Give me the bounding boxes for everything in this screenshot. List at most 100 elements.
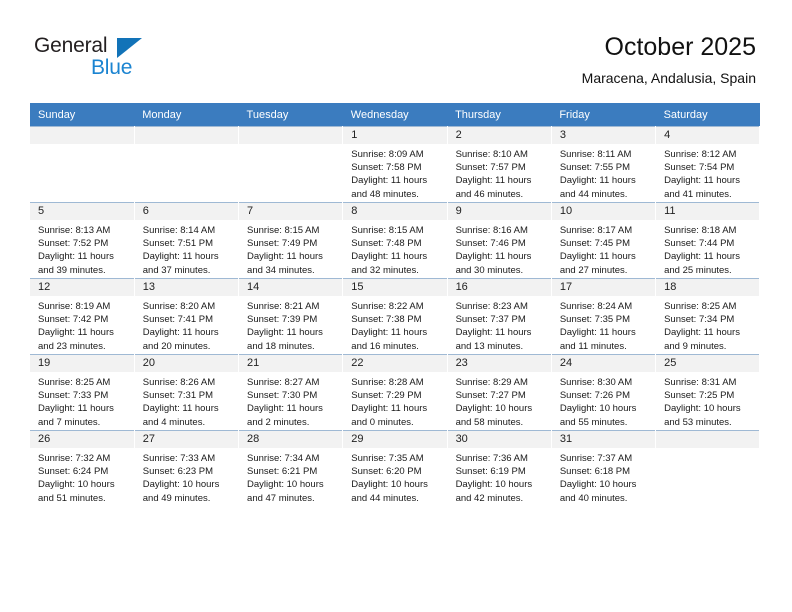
daylight-duration-line1: Daylight: 11 hours bbox=[142, 327, 219, 339]
calendar-day-cell[interactable]: 27 Sunrise: 7:33 AM Sunset: 6:23 PM Dayligh… bbox=[134, 429, 240, 506]
calendar-day-cell[interactable]: 11 Sunrise: 8:18 AM Sunset: 7:44 PM Dayligh… bbox=[655, 201, 761, 278]
calendar-day-cell[interactable]: 5 Sunrise: 8:13 AM Sunset: 7:52 PM Daylight… bbox=[30, 201, 135, 278]
calendar-day-cell[interactable]: 9 Sunrise: 8:16 AM Sunset: 7:46 PM Daylight… bbox=[447, 201, 552, 278]
weekday-header-sunday: Sunday bbox=[30, 103, 135, 126]
sunset-time: Sunset: 6:23 PM bbox=[142, 466, 213, 478]
day-details: Sunrise: 8:14 AM Sunset: 7:51 PM Daylight:… bbox=[135, 220, 238, 277]
calendar-day-cell[interactable]: 21 Sunrise: 8:27 AM Sunset: 7:30 PM Dayligh… bbox=[238, 353, 344, 430]
calendar-day-cell[interactable]: 10 Sunrise: 8:17 AM Sunset: 7:45 PM Dayligh… bbox=[551, 201, 657, 278]
daylight-duration-line1: Daylight: 11 hours bbox=[247, 251, 323, 263]
daylight-duration-line1: Daylight: 11 hours bbox=[351, 175, 428, 187]
sunrise-time: Sunrise: 8:18 AM bbox=[664, 225, 737, 236]
sunrise-time: Sunrise: 8:11 AM bbox=[559, 149, 632, 160]
calendar-day-cell[interactable]: 29 Sunrise: 7:35 AM Sunset: 6:20 PM Dayligh… bbox=[342, 429, 448, 506]
calendar-day-cell[interactable]: 2 Sunrise: 8:10 AM Sunset: 7:57 PM Daylight… bbox=[447, 126, 552, 202]
day-details: Sunrise: 8:28 AM Sunset: 7:29 PM Daylight:… bbox=[343, 372, 446, 429]
day-details: Sunrise: 8:25 AM Sunset: 7:34 PM Daylight:… bbox=[656, 296, 759, 353]
calendar-day-cell[interactable]: 6 Sunrise: 8:14 AM Sunset: 7:51 PM Daylight… bbox=[134, 201, 240, 278]
calendar-day-cell[interactable]: 24 Sunrise: 8:30 AM Sunset: 7:26 PM Dayligh… bbox=[551, 353, 657, 430]
calendar-day-cell[interactable]: 20 Sunrise: 8:26 AM Sunset: 7:31 PM Dayligh… bbox=[134, 353, 240, 430]
sunset-time: Sunset: 7:46 PM bbox=[455, 238, 526, 250]
sunset-time: Sunset: 6:21 PM bbox=[247, 466, 318, 478]
sunset-time: Sunset: 7:37 PM bbox=[455, 314, 526, 326]
sunset-time: Sunset: 6:24 PM bbox=[38, 466, 109, 478]
day-number: 24 bbox=[559, 357, 573, 369]
day-details: Sunrise: 7:37 AM Sunset: 6:18 PM Daylight:… bbox=[552, 448, 655, 505]
day-number: 16 bbox=[455, 281, 468, 293]
day-number-band: 31 bbox=[551, 431, 656, 448]
sunset-time: Sunset: 7:25 PM bbox=[664, 390, 735, 402]
calendar-day-cell[interactable]: 23 Sunrise: 8:29 AM Sunset: 7:27 PM Dayligh… bbox=[447, 353, 552, 430]
day-cell-inner: 21 Sunrise: 8:27 AM Sunset: 7:30 PM Dayligh… bbox=[239, 354, 343, 429]
sunrise-time: Sunrise: 8:10 AM bbox=[455, 149, 528, 160]
general-blue-logo[interactable]: General Blue bbox=[34, 34, 174, 84]
daylight-duration-line1: Daylight: 10 hours bbox=[559, 403, 637, 415]
day-number-band: 29 bbox=[343, 431, 447, 448]
day-details: Sunrise: 8:20 AM Sunset: 7:41 PM Daylight:… bbox=[135, 296, 238, 353]
day-number: 2 bbox=[455, 129, 462, 141]
day-number: 14 bbox=[247, 281, 260, 293]
calendar-day-cell[interactable]: 13 Sunrise: 8:20 AM Sunset: 7:41 PM Dayligh… bbox=[134, 277, 240, 354]
calendar-day-cell[interactable]: 26 Sunrise: 7:32 AM Sunset: 6:24 PM Dayligh… bbox=[30, 429, 135, 506]
daylight-duration-line1: Daylight: 11 hours bbox=[247, 327, 323, 339]
daylight-duration-line1: Daylight: 11 hours bbox=[559, 175, 636, 187]
day-number-band: 10 bbox=[551, 203, 656, 220]
day-details: Sunrise: 8:11 AM Sunset: 7:55 PM Daylight:… bbox=[552, 144, 655, 201]
calendar-day-cell[interactable]: 19 Sunrise: 8:25 AM Sunset: 7:33 PM Dayligh… bbox=[30, 353, 135, 430]
daylight-duration-line2: and 34 minutes. bbox=[247, 264, 315, 276]
daylight-duration-line2: and 4 minutes. bbox=[142, 416, 206, 428]
daylight-duration-line2: and 13 minutes. bbox=[455, 340, 524, 352]
calendar-day-cell[interactable]: 30 Sunrise: 7:36 AM Sunset: 6:19 PM Dayligh… bbox=[447, 429, 552, 506]
day-details: Sunrise: 8:25 AM Sunset: 7:33 PM Daylight:… bbox=[30, 372, 134, 429]
sunset-time: Sunset: 7:55 PM bbox=[559, 162, 631, 174]
day-details: Sunrise: 8:24 AM Sunset: 7:35 PM Daylight:… bbox=[552, 296, 655, 353]
day-cell-inner: 31 Sunrise: 7:37 AM Sunset: 6:18 PM Dayligh… bbox=[551, 430, 656, 505]
daylight-duration-line1: Daylight: 11 hours bbox=[351, 403, 428, 415]
calendar-day-cell[interactable]: 16 Sunrise: 8:23 AM Sunset: 7:37 PM Dayligh… bbox=[447, 277, 552, 354]
day-cell-inner: 29 Sunrise: 7:35 AM Sunset: 6:20 PM Dayligh… bbox=[343, 430, 447, 505]
daylight-duration-line1: Daylight: 10 hours bbox=[559, 479, 637, 491]
calendar-day-cell[interactable]: 14 Sunrise: 8:21 AM Sunset: 7:39 PM Dayligh… bbox=[238, 277, 344, 354]
day-number: 31 bbox=[559, 433, 573, 445]
day-cell-inner: 4 Sunrise: 8:12 AM Sunset: 7:54 PM Daylight… bbox=[656, 126, 760, 201]
title-block: October 2025 Maracena, Andalusia, Spain bbox=[582, 32, 756, 88]
day-details: Sunrise: 8:13 AM Sunset: 7:52 PM Daylight:… bbox=[30, 220, 134, 277]
daylight-duration-line2: and 46 minutes. bbox=[455, 188, 524, 200]
day-cell-inner: 14 Sunrise: 8:21 AM Sunset: 7:39 PM Dayligh… bbox=[239, 278, 343, 353]
calendar-day-cell[interactable]: 15 Sunrise: 8:22 AM Sunset: 7:38 PM Dayligh… bbox=[342, 277, 448, 354]
day-cell-inner: 2 Sunrise: 8:10 AM Sunset: 7:57 PM Daylight… bbox=[447, 126, 551, 201]
calendar-day-cell[interactable]: 12 Sunrise: 8:19 AM Sunset: 7:42 PM Dayligh… bbox=[30, 277, 135, 354]
sunset-time: Sunset: 7:38 PM bbox=[351, 314, 422, 326]
calendar-day-cell[interactable]: 31 Sunrise: 7:37 AM Sunset: 6:18 PM Dayligh… bbox=[551, 429, 657, 506]
sunset-time: Sunset: 7:29 PM bbox=[351, 390, 422, 402]
sunset-time: Sunset: 7:34 PM bbox=[664, 314, 735, 326]
day-cell-inner: 3 Sunrise: 8:11 AM Sunset: 7:55 PM Daylight… bbox=[551, 126, 656, 201]
sunset-time: Sunset: 7:44 PM bbox=[664, 238, 735, 250]
day-details: Sunrise: 8:17 AM Sunset: 7:45 PM Daylight:… bbox=[552, 220, 655, 277]
day-number-band: 20 bbox=[134, 355, 239, 372]
day-cell-inner: 20 Sunrise: 8:26 AM Sunset: 7:31 PM Dayligh… bbox=[134, 354, 239, 429]
sunset-time: Sunset: 7:45 PM bbox=[559, 238, 631, 250]
daylight-duration-line2: and 9 minutes. bbox=[664, 340, 727, 352]
calendar-day-cell[interactable]: 8 Sunrise: 8:15 AM Sunset: 7:48 PM Daylight… bbox=[342, 201, 448, 278]
day-number-band: 7 bbox=[239, 203, 343, 220]
calendar-day-cell[interactable]: 28 Sunrise: 7:34 AM Sunset: 6:21 PM Dayligh… bbox=[238, 429, 344, 506]
calendar-day-cell[interactable]: 25 Sunrise: 8:31 AM Sunset: 7:25 PM Dayligh… bbox=[655, 353, 761, 430]
calendar-day-cell[interactable]: 3 Sunrise: 8:11 AM Sunset: 7:55 PM Daylight… bbox=[551, 126, 657, 202]
daylight-duration-line2: and 7 minutes. bbox=[38, 416, 101, 428]
calendar-day-cell[interactable]: 22 Sunrise: 8:28 AM Sunset: 7:29 PM Dayligh… bbox=[342, 353, 448, 430]
day-number: 28 bbox=[247, 433, 260, 445]
calendar-day-cell[interactable]: 7 Sunrise: 8:15 AM Sunset: 7:49 PM Daylight… bbox=[238, 201, 344, 278]
day-cell-inner: 16 Sunrise: 8:23 AM Sunset: 7:37 PM Dayligh… bbox=[447, 278, 551, 353]
calendar-body: 1 Sunrise: 8:09 AM Sunset: 7:58 PM Daylight… bbox=[30, 126, 761, 506]
sunrise-time: Sunrise: 8:30 AM bbox=[559, 377, 633, 388]
logo-text-general: General bbox=[34, 34, 108, 57]
daylight-duration-line2: and 11 minutes. bbox=[559, 340, 627, 352]
daylight-duration-line1: Daylight: 11 hours bbox=[38, 251, 114, 263]
calendar-day-cell[interactable]: 4 Sunrise: 8:12 AM Sunset: 7:54 PM Daylight… bbox=[655, 126, 761, 202]
calendar-day-cell-empty bbox=[30, 126, 135, 202]
calendar-day-cell[interactable]: 18 Sunrise: 8:25 AM Sunset: 7:34 PM Dayligh… bbox=[655, 277, 761, 354]
calendar-day-cell[interactable]: 17 Sunrise: 8:24 AM Sunset: 7:35 PM Dayligh… bbox=[551, 277, 657, 354]
calendar-day-cell[interactable]: 1 Sunrise: 8:09 AM Sunset: 7:58 PM Daylight… bbox=[342, 126, 448, 202]
daylight-duration-line1: Daylight: 10 hours bbox=[38, 479, 115, 491]
